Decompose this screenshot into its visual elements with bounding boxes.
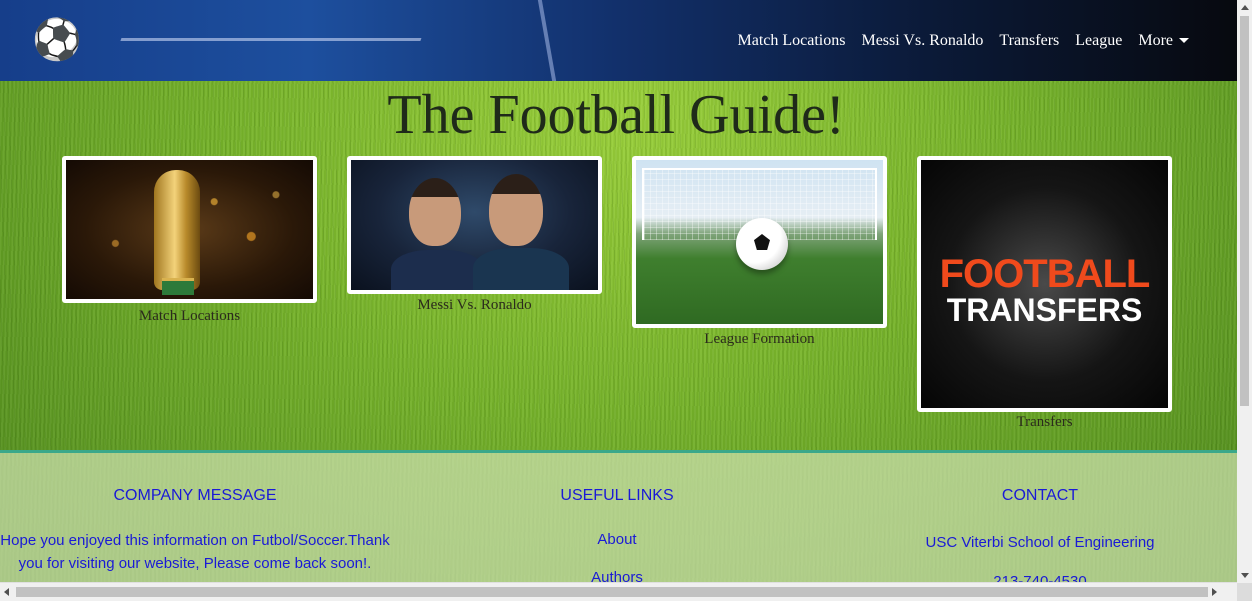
card-messi-vs-ronaldo[interactable]: Messi Vs. Ronaldo	[347, 156, 602, 314]
footer: COMPANY MESSAGE Hope you enjoyed this in…	[0, 450, 1237, 590]
nav-link-messi-vs-ronaldo[interactable]: Messi Vs. Ronaldo	[853, 32, 991, 50]
nav-dropdown-more[interactable]: More	[1130, 32, 1197, 50]
goalpost-decoration	[537, 0, 557, 81]
scrollbar-corner	[1237, 583, 1252, 601]
card-match-locations[interactable]: Match Locations	[62, 156, 317, 325]
footer-link-about[interactable]: About	[517, 531, 717, 548]
card-image-frame	[62, 156, 317, 303]
goalpost-decoration	[98, 38, 422, 81]
footer-links-column: USEFUL LINKS About Authors	[517, 453, 717, 586]
nav-link-match-locations[interactable]: Match Locations	[730, 32, 854, 50]
soccer-ball-icon[interactable]: ⚽	[32, 18, 82, 62]
scroll-right-icon[interactable]	[1212, 588, 1217, 596]
footer-heading-contact: CONTACT	[1001, 487, 1079, 504]
vertical-scrollbar[interactable]	[1237, 0, 1252, 583]
card-league-formation[interactable]: League Formation	[632, 156, 887, 348]
football-transfers-image: FOOTBALL TRANSFERS	[921, 160, 1168, 408]
nav-link-transfers[interactable]: Transfers	[991, 32, 1067, 50]
scroll-down-icon[interactable]	[1241, 573, 1249, 578]
contact-school: USC Viterbi School of Engineering	[925, 534, 1155, 551]
nav-link-league[interactable]: League	[1067, 32, 1130, 50]
soccer-ball-icon	[736, 218, 788, 270]
footer-heading-links: USEFUL LINKS	[560, 487, 674, 504]
player-face	[489, 174, 543, 246]
footer-contact-column: CONTACT USC Viterbi School of Engineerin…	[900, 453, 1180, 593]
card-caption: Messi Vs. Ronaldo	[417, 297, 532, 313]
card-caption: Transfers	[1016, 414, 1073, 430]
player-face	[409, 178, 461, 246]
football-on-pitch-image	[636, 160, 883, 324]
scroll-left-icon[interactable]	[4, 588, 9, 596]
navbar: ⚽ Match Locations Messi Vs. Ronaldo Tran…	[0, 0, 1237, 81]
trophy-base	[162, 278, 194, 295]
player-shirt	[473, 248, 569, 290]
transfers-logo-line1: FOOTBALL	[939, 252, 1151, 296]
page-title: The Football Guide!	[387, 84, 845, 146]
company-message-text: Hope you enjoyed this information on Fut…	[0, 532, 390, 572]
footer-company-column: COMPANY MESSAGE Hope you enjoyed this in…	[0, 453, 390, 575]
card-image-frame: FOOTBALL TRANSFERS	[917, 156, 1172, 412]
nav-links: Match Locations Messi Vs. Ronaldo Transf…	[730, 0, 1198, 81]
horizontal-scrollbar[interactable]	[0, 582, 1237, 601]
horizontal-scroll-thumb[interactable]	[16, 587, 1208, 597]
transfers-logo-line2: TRANSFERS	[946, 292, 1143, 328]
trophy-icon	[154, 170, 200, 290]
nav-more-label: More	[1138, 31, 1173, 49]
world-cup-trophy-image	[66, 160, 313, 299]
card-image-frame	[347, 156, 602, 294]
player-shirt	[391, 250, 483, 290]
scroll-up-icon[interactable]	[1241, 5, 1249, 10]
card-caption: League Formation	[704, 331, 815, 347]
messi-ronaldo-image	[351, 160, 598, 290]
card-image-frame	[632, 156, 887, 328]
card-caption: Match Locations	[138, 308, 241, 324]
vertical-scroll-thumb[interactable]	[1240, 16, 1249, 406]
caret-down-icon	[1179, 38, 1189, 44]
footer-heading-company: COMPANY MESSAGE	[113, 487, 277, 504]
card-transfers[interactable]: FOOTBALL TRANSFERS Transfers	[917, 156, 1172, 431]
